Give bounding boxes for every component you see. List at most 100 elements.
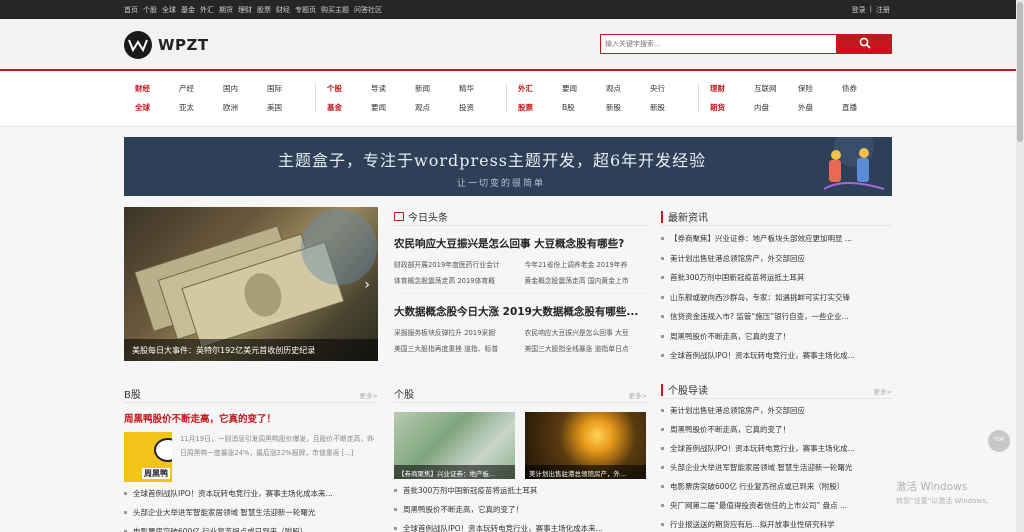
sub-link[interactable]: 黄金概念股震荡走高 国内黄金上市 xyxy=(525,275,648,285)
sub-link[interactable]: 采掘服务板块反弹拉升 2019采掘 xyxy=(394,327,517,337)
list-item[interactable]: 全球首例战队IPO！资本玩转电竞行业，赛事主场化成... xyxy=(661,350,892,370)
list-item[interactable]: 电影票房突破600亿 行业复苏拐点或已到来（附股） xyxy=(124,526,378,532)
top-link[interactable]: 财经 xyxy=(276,5,290,15)
nav-item[interactable]: 国际 xyxy=(267,83,311,94)
list-item[interactable]: 周黑鸭股价不断走高，它真的变了！ xyxy=(394,504,647,523)
back-to-top-button[interactable]: TOP xyxy=(988,430,1010,452)
nav-item[interactable]: 内盘 xyxy=(754,102,798,113)
nav-item[interactable]: 财经 xyxy=(135,83,179,94)
nav-item[interactable]: 直播 xyxy=(842,102,886,113)
sub-link[interactable]: 美国三大股指再度重挫 道指、标普 xyxy=(394,343,517,353)
list-item[interactable]: 全球首例战队IPO！资本玩转电竞行业，赛事主场化成本来... xyxy=(124,488,378,507)
section-title: 个股 xyxy=(394,390,414,401)
top-link[interactable]: 期货 xyxy=(219,5,233,15)
top-link[interactable]: 专题页 xyxy=(295,5,316,15)
top-link[interactable]: 股票 xyxy=(257,5,271,15)
top-link[interactable]: 基金 xyxy=(181,5,195,15)
nav-item[interactable]: 债券 xyxy=(842,83,886,94)
top-link[interactable]: 理财 xyxy=(238,5,252,15)
list-item[interactable]: 头部企业大举进军智能家居领域 智慧生活迎新一轮曙光 xyxy=(661,462,892,481)
nav-item[interactable]: 理财 xyxy=(710,83,754,94)
sub-link[interactable]: 农民响应大豆振兴是怎么回事 大豆 xyxy=(525,327,648,337)
list-item[interactable]: 山东舰或驶向西沙群岛，专家：如遇挑衅可实打实交锋 xyxy=(661,292,892,312)
list-item[interactable]: 信贷资金违规入市? 监管“施压”银行自查，一些企业... xyxy=(661,311,892,331)
nav-item[interactable]: 外汇 xyxy=(518,83,562,94)
scrollbar[interactable] xyxy=(1016,0,1024,532)
picture-card[interactable]: 美计划出售驻港总领馆房产，外... xyxy=(525,412,646,479)
list-item[interactable]: 美计划出售驻港总领馆房产，外交部回应 xyxy=(661,253,892,273)
site-logo[interactable]: WPZT xyxy=(124,31,209,59)
nav-item[interactable]: 期货 xyxy=(710,102,754,113)
list-item[interactable]: 行业报送送的期货应有后...拟开放事业性研究科学 xyxy=(661,519,892,532)
nav-item[interactable]: 观点 xyxy=(606,83,650,94)
scrollbar-thumb[interactable] xyxy=(1017,2,1023,142)
register-link[interactable]: 注册 xyxy=(876,5,890,15)
search-input[interactable] xyxy=(600,34,837,54)
featured-thumbnail[interactable]: 周黑鸭 xyxy=(124,432,172,482)
nav-item[interactable]: 美国 xyxy=(267,102,311,113)
list-item[interactable]: 头部企业大举进军智能家居领域 智慧生活迎新一轮曙光 xyxy=(124,507,378,526)
search-button[interactable] xyxy=(837,34,892,54)
headline-link[interactable]: 农民响应大豆振兴是怎么回事 大豆概念股有哪些? xyxy=(394,236,647,251)
list-item[interactable]: 全球首例战队IPO！资本玩转电竞行业，赛事主场化成本来... xyxy=(394,523,647,532)
hero-image xyxy=(134,209,377,349)
top-link[interactable]: 个股 xyxy=(143,5,157,15)
nav-item[interactable]: 国内 xyxy=(223,83,267,94)
top-link[interactable]: 问答社区 xyxy=(354,5,382,15)
top-link[interactable]: 首页 xyxy=(124,5,138,15)
site-header: WPZT xyxy=(0,19,1024,69)
nav-item[interactable]: 要闻 xyxy=(562,83,606,94)
hero-caption[interactable]: 美股每日大事件：英特尔192亿美元首收创历史纪录 xyxy=(124,339,378,361)
featured-desc: 11月19日，一则消息引发周黑鸭股价爆发，且股价不断走高，昨日周黑鸭一度暴涨24… xyxy=(179,435,374,457)
nav-item[interactable]: 全球 xyxy=(135,102,179,113)
nav-item[interactable]: 要闻 xyxy=(371,102,415,113)
list-item[interactable]: 周黑鸭股价不断走高，它真的变了！ xyxy=(661,331,892,351)
account-links: 登录 | 注册 xyxy=(852,5,890,15)
nav-item[interactable]: 导读 xyxy=(371,83,415,94)
nav-item[interactable]: B股 xyxy=(562,102,606,113)
hero-slider[interactable]: › 美股每日大事件：英特尔192亿美元首收创历史纪录 xyxy=(124,207,378,361)
list-item[interactable]: 全球首例战队IPO！资本玩转电竞行业，赛事主场化成... xyxy=(661,443,892,462)
nav-item[interactable]: 保险 xyxy=(798,83,842,94)
nav-item[interactable]: 个股 xyxy=(327,83,371,94)
nav-item[interactable]: 新闻 xyxy=(415,83,459,94)
featured-item: 周黑鸭 11月19日，一则消息引发周黑鸭股价爆发，且股价不断走高，昨日周黑鸭一度… xyxy=(124,432,378,482)
sub-link[interactable]: 美国三大股指全线暴涨 道指单日点 xyxy=(525,343,648,353)
nav-item[interactable]: 产经 xyxy=(179,83,223,94)
nav-item[interactable]: 外盘 xyxy=(798,102,842,113)
nav-item[interactable]: 投资 xyxy=(459,102,503,113)
nav-item[interactable]: 新股 xyxy=(650,102,694,113)
sub-link[interactable]: 体育概念股震荡走高 2019体育概 xyxy=(394,275,517,285)
list-item[interactable]: 周黑鸭股价不断走高，它真的变了！ xyxy=(661,424,892,443)
top-link[interactable]: 外汇 xyxy=(200,5,214,15)
nav-item[interactable]: 新股 xyxy=(606,102,650,113)
more-link[interactable]: 更多> xyxy=(629,390,647,400)
more-link[interactable]: 更多> xyxy=(874,386,892,396)
list-item[interactable]: 首批300万剂中国新冠疫苗将运抵土耳其 xyxy=(394,485,647,504)
nav-item[interactable]: 观点 xyxy=(415,102,459,113)
nav-item[interactable]: 基金 xyxy=(327,102,371,113)
picture-card[interactable]: 【券商聚焦】兴业证券：地产板... xyxy=(394,412,515,479)
featured-headline[interactable]: 周黑鸭股价不断走高，它真的变了！ xyxy=(124,411,378,425)
top-link[interactable]: 购买主题 xyxy=(321,5,349,15)
list-item[interactable]: 美计划出售驻港总领馆房产，外交部回应 xyxy=(661,405,892,424)
nav-item[interactable]: 精华 xyxy=(459,83,503,94)
login-link[interactable]: 登录 xyxy=(852,5,866,15)
promo-banner[interactable]: 主题盒子，专注于wordpress主题开发，超6年开发经验 让一切变的很简单 xyxy=(124,137,892,196)
sub-link[interactable]: 今年21省份上调养老金 2019年养 xyxy=(525,259,648,269)
more-link[interactable]: 更多> xyxy=(360,390,378,400)
nav-item[interactable]: 亚太 xyxy=(179,102,223,113)
headline-link[interactable]: 大数据概念股今日大涨 2019大数据概念股有哪些... xyxy=(394,304,647,319)
sub-link[interactable]: 财政部开展2019年度医药行业会计 xyxy=(394,259,517,269)
top-link[interactable]: 全球 xyxy=(162,5,176,15)
nav-item[interactable]: 欧洲 xyxy=(223,102,267,113)
list-item[interactable]: 首批300万剂中国新冠疫苗将运抵土耳其 xyxy=(661,272,892,292)
nav-item[interactable]: 央行 xyxy=(650,83,694,94)
search-icon xyxy=(859,37,871,52)
list-item[interactable]: 央厂网第二届“最值得投资者信任的上市公司” 盘点 ... xyxy=(661,500,892,519)
nav-item[interactable]: 互联网 xyxy=(754,83,798,94)
nav-item[interactable]: 股票 xyxy=(518,102,562,113)
list-item[interactable]: 电影票房突破600亿 行业复苏拐点或已到来（附股） xyxy=(661,481,892,500)
list-item[interactable]: 【券商聚焦】兴业证券：地产板块头部效应更加明显 ... xyxy=(661,233,892,253)
next-slide-icon[interactable]: › xyxy=(364,277,370,293)
